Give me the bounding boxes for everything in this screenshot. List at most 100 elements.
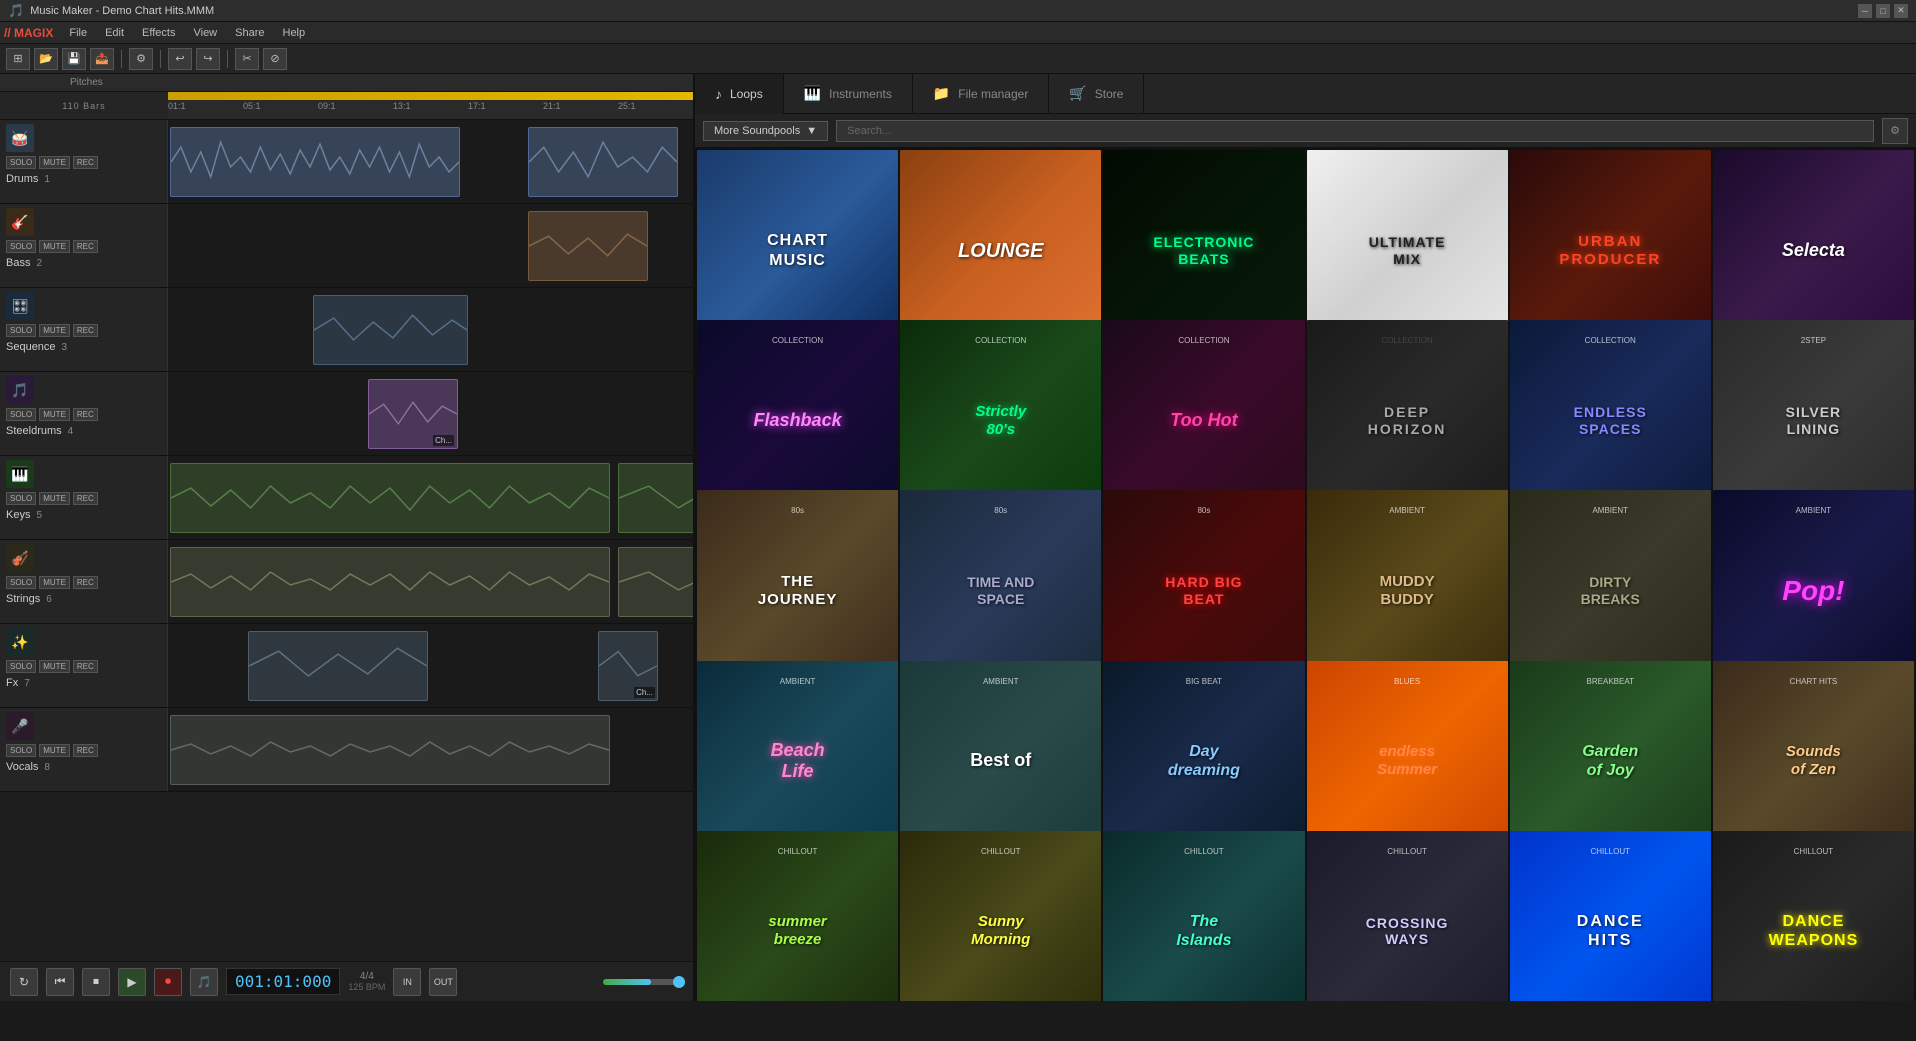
punch-in-btn[interactable]: IN <box>393 968 421 996</box>
timeline-header[interactable]: 110 Bars 01:1 05:1 09:1 13:1 17:1 21:1 2… <box>0 92 693 120</box>
mute-vocals[interactable]: MUTE <box>39 744 70 757</box>
rec-steeldrums[interactable]: REC <box>73 408 98 421</box>
stop-btn[interactable]: ⏹ <box>82 968 110 996</box>
solo-strings[interactable]: SOLO <box>6 576 36 589</box>
mute-keys[interactable]: MUTE <box>39 492 70 505</box>
rec-vocals[interactable]: REC <box>73 744 98 757</box>
track-controls-steeldrums: SOLO MUTE REC <box>6 408 161 421</box>
menu-file[interactable]: File <box>61 25 95 41</box>
rec-sequence[interactable]: REC <box>73 324 98 337</box>
mute-fx[interactable]: MUTE <box>39 660 70 673</box>
search-input[interactable] <box>836 120 1874 142</box>
toolbar-stop-cut-btn[interactable]: ⊘ <box>263 48 287 70</box>
solo-fx[interactable]: SOLO <box>6 660 36 673</box>
solo-steeldrums[interactable]: SOLO <box>6 408 36 421</box>
track-content-steeldrums[interactable]: Ch... <box>168 372 693 455</box>
soundpool-the-islands[interactable]: TheIslands CHILLOUT <box>1103 831 1304 1001</box>
toolbar-save-btn[interactable]: 💾 <box>62 48 86 70</box>
soundpool-sunny-morning[interactable]: SunnyMorning CHILLOUT <box>900 831 1101 1001</box>
separator-1 <box>121 50 122 68</box>
track-header-vocals: 🎤 SOLO MUTE REC Vocals 8 <box>0 708 168 791</box>
track-content-fx[interactable]: Ch... <box>168 624 693 707</box>
menu-edit[interactable]: Edit <box>97 25 132 41</box>
toolbar-undo-btn[interactable]: ↩ <box>168 48 192 70</box>
rec-strings[interactable]: REC <box>73 576 98 589</box>
solo-drums[interactable]: SOLO <box>6 156 36 169</box>
mute-strings[interactable]: MUTE <box>39 576 70 589</box>
tab-file-manager[interactable]: 📁 File manager <box>913 74 1049 114</box>
solo-sequence[interactable]: SOLO <box>6 324 36 337</box>
loops-icon: ♪ <box>715 86 722 102</box>
track-content-keys[interactable] <box>168 456 693 539</box>
tab-instruments[interactable]: 🎹 Instruments <box>784 74 913 114</box>
loop-btn[interactable]: ↻ <box>10 968 38 996</box>
minimize-button[interactable]: ─ <box>1858 4 1872 18</box>
track-header-bass: 🎸 SOLO MUTE REC Bass 2 <box>0 204 168 287</box>
solo-bass[interactable]: SOLO <box>6 240 36 253</box>
rewind-btn[interactable]: ⏮ <box>46 968 74 996</box>
timeline-bar <box>168 92 693 100</box>
track-header-steeldrums: 🎵 SOLO MUTE REC Steeldrums 4 <box>0 372 168 455</box>
tab-loops[interactable]: ♪ Loops <box>695 74 784 114</box>
toolbar-cut-btn[interactable]: ✂ <box>235 48 259 70</box>
track-content-vocals[interactable] <box>168 708 693 791</box>
toolbar-open-btn[interactable]: 📂 <box>34 48 58 70</box>
sp-subtitle-silverlining: AMBIENT <box>1713 506 1914 515</box>
track-row-drums: 🥁 SOLO MUTE REC Drums 1 <box>0 120 693 204</box>
soundpool-dropdown[interactable]: More Soundpools ▼ <box>703 121 828 141</box>
rec-fx[interactable]: REC <box>73 660 98 673</box>
soundpool-dance-hits[interactable]: DANCEHITS DANCE <box>1510 831 1711 1001</box>
soundpool-summer-breeze[interactable]: summerbreeze CHILLOUT <box>697 831 898 1001</box>
volume-slider[interactable] <box>603 979 683 985</box>
soundpool-crossing-ways[interactable]: CROSSINGWAYS CROSSOVER <box>1307 831 1508 1001</box>
titlebar-controls[interactable]: ─ □ ✕ <box>1858 4 1908 18</box>
app-icon: 🎵 <box>8 3 24 19</box>
soundpool-grid: CHARTMUSIC SOUNDPOOL COLLECTION LOUNGE C… <box>695 148 1916 1001</box>
mute-sequence[interactable]: MUTE <box>39 324 70 337</box>
rec-drums[interactable]: REC <box>73 156 98 169</box>
toolbar-redo-btn[interactable]: ↪ <box>196 48 220 70</box>
solo-vocals[interactable]: SOLO <box>6 744 36 757</box>
sp-subtitle-deephorizon: AMBIENT <box>1307 506 1508 515</box>
instruments-label: Instruments <box>829 87 892 101</box>
track-name-vocals: Vocals 8 <box>6 761 161 773</box>
rec-bass[interactable]: REC <box>73 240 98 253</box>
track-icon-strings: 🎻 <box>6 544 34 572</box>
track-row-fx: ✨ SOLO MUTE REC Fx 7 <box>0 624 693 708</box>
record-btn[interactable]: ⏺ <box>154 968 182 996</box>
mute-steeldrums[interactable]: MUTE <box>39 408 70 421</box>
tab-store[interactable]: 🛒 Store <box>1049 74 1144 114</box>
play-btn[interactable]: ▶ <box>118 968 146 996</box>
toolbar-settings-btn[interactable]: ⚙ <box>129 48 153 70</box>
track-header-sequence: 🎛 SOLO MUTE REC Sequence 3 <box>0 288 168 371</box>
menu-share[interactable]: Share <box>227 25 272 41</box>
punch-out-btn[interactable]: OUT <box>429 968 457 996</box>
close-button[interactable]: ✕ <box>1894 4 1908 18</box>
marker-7: 25:1 <box>618 101 693 111</box>
rec-keys[interactable]: REC <box>73 492 98 505</box>
sp-subtitle-endlesssummer: CHILLOUT <box>1307 847 1508 856</box>
menu-effects[interactable]: Effects <box>134 25 183 41</box>
toolbar-export-btn[interactable]: 📤 <box>90 48 114 70</box>
transport-bar: ↻ ⏮ ⏹ ▶ ⏺ 🎵 001:01:000 4/4 125 BPM IN OU… <box>0 961 693 1001</box>
track-content-bass[interactable] <box>168 204 693 287</box>
menu-view[interactable]: View <box>185 25 225 41</box>
separator-2 <box>160 50 161 68</box>
mute-bass[interactable]: MUTE <box>39 240 70 253</box>
metronome-btn[interactable]: 🎵 <box>190 968 218 996</box>
sp-subtitle-pop: CHART HITS <box>1713 677 1914 686</box>
toolbar-mode-btn[interactable]: ⊞ <box>6 48 30 70</box>
soundpool-dance-weapons[interactable]: DANCEWEAPONS DANCE <box>1713 831 1914 1001</box>
titlebar-title: Music Maker - Demo Chart Hits.MMM <box>30 5 214 17</box>
settings-button[interactable]: ⚙ <box>1882 118 1908 144</box>
mute-drums[interactable]: MUTE <box>39 156 70 169</box>
tempo-bpm: 125 BPM <box>348 982 385 992</box>
track-content-sequence[interactable] <box>168 288 693 371</box>
menu-help[interactable]: Help <box>275 25 314 41</box>
track-content-strings[interactable] <box>168 540 693 623</box>
maximize-button[interactable]: □ <box>1876 4 1890 18</box>
solo-keys[interactable]: SOLO <box>6 492 36 505</box>
track-header-fx: ✨ SOLO MUTE REC Fx 7 <box>0 624 168 707</box>
track-content-drums[interactable] <box>168 120 693 203</box>
titlebar: 🎵 Music Maker - Demo Chart Hits.MMM ─ □ … <box>0 0 1916 22</box>
